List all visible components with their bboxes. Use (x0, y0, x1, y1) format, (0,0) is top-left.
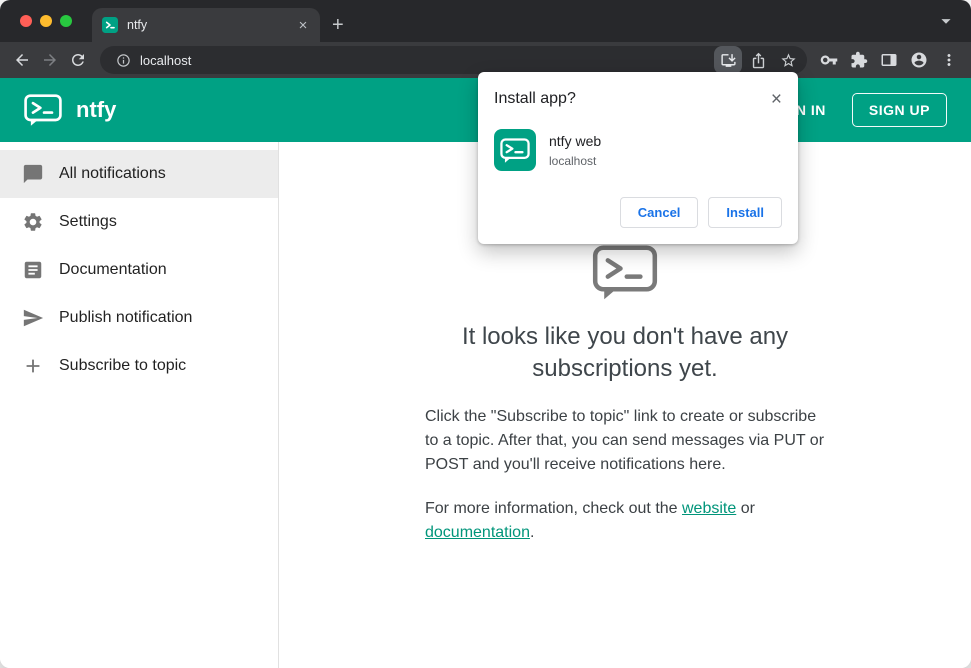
tab-strip: ntfy × + (0, 0, 971, 42)
browser-window: ntfy × + localhost ntfy SIGN IN SIGN UP … (0, 0, 971, 668)
dialog-actions: Cancel Install (494, 197, 782, 228)
share-icon[interactable] (744, 46, 772, 74)
extensions-puzzle-icon[interactable] (845, 46, 873, 74)
links-text-middle: or (736, 499, 755, 517)
tab-close-icon[interactable]: × (294, 16, 312, 34)
zoom-window-button[interactable] (60, 15, 72, 27)
empty-state-paragraph: Click the "Subscribe to topic" link to c… (425, 407, 825, 473)
sidebar-item-label: Subscribe to topic (59, 357, 187, 374)
brand-name: ntfy (76, 97, 117, 122)
sidebar-item-label: Settings (59, 213, 117, 230)
links-text-prefix: For more information, check out the (425, 499, 682, 517)
sidebar-item-subscribe-to-topic[interactable]: Subscribe to topic (0, 342, 278, 390)
tab-title: ntfy (127, 18, 148, 32)
plus-icon (22, 355, 44, 377)
empty-state: It looks like you don't have any subscri… (425, 245, 825, 564)
sidebar-item-label: All notifications (59, 165, 166, 182)
book-icon (22, 259, 44, 281)
dialog-body: ntfy web localhost (494, 129, 782, 171)
toolbar-actions (815, 46, 963, 74)
site-info-icon[interactable] (110, 47, 136, 73)
app-name: ntfy web (549, 132, 602, 149)
ntfy-favicon-icon (102, 17, 118, 33)
gear-icon (22, 211, 44, 233)
sidebar-item-all-notifications[interactable]: All notifications (0, 150, 278, 198)
empty-state-heading: It looks like you don't have any subscri… (461, 323, 789, 382)
new-tab-button[interactable]: + (320, 8, 356, 42)
empty-state-links-paragraph: For more information, check out the webs… (425, 497, 825, 545)
send-icon (22, 307, 44, 329)
omnibox-actions (714, 46, 802, 74)
documentation-link[interactable]: documentation (425, 524, 530, 541)
back-icon[interactable] (8, 46, 36, 74)
sidebar-item-label: Publish notification (59, 309, 193, 326)
dialog-header: Install app? × (494, 90, 782, 109)
brand: ntfy (24, 93, 117, 127)
password-manager-key-icon[interactable] (815, 46, 843, 74)
side-panel-icon[interactable] (875, 46, 903, 74)
reload-icon[interactable] (64, 46, 92, 74)
app-meta: ntfy web localhost (549, 133, 601, 168)
sidebar-item-publish-notification[interactable]: Publish notification (0, 294, 278, 342)
install-button[interactable]: Install (708, 197, 782, 228)
browser-tab[interactable]: ntfy × (92, 8, 320, 42)
chat-icon (22, 163, 44, 185)
install-app-dialog: Install app? × ntfy web localhost Cancel… (478, 72, 798, 244)
sidebar: All notifications Settings Documentation… (0, 142, 279, 668)
sidebar-item-documentation[interactable]: Documentation (0, 246, 278, 294)
bookmark-star-icon[interactable] (774, 46, 802, 74)
url-text: localhost (140, 52, 192, 68)
ntfy-terminal-icon (425, 245, 825, 301)
links-text-suffix: . (529, 523, 535, 541)
cancel-button[interactable]: Cancel (619, 197, 699, 228)
forward-icon[interactable] (36, 46, 64, 74)
window-controls (20, 15, 72, 27)
ntfy-app-icon (494, 129, 536, 171)
website-link[interactable]: website (682, 500, 736, 517)
install-app-icon[interactable] (714, 46, 742, 74)
ntfy-logo-icon (24, 93, 62, 127)
close-window-button[interactable] (20, 15, 32, 27)
minimize-window-button[interactable] (40, 15, 52, 27)
sidebar-item-settings[interactable]: Settings (0, 198, 278, 246)
dialog-title: Install app? (494, 90, 576, 107)
sidebar-item-label: Documentation (59, 261, 167, 278)
close-icon[interactable]: × (771, 90, 782, 109)
sign-up-button[interactable]: SIGN UP (851, 93, 947, 127)
browser-menu-dots-icon[interactable] (935, 46, 963, 74)
address-bar[interactable]: localhost (100, 46, 807, 74)
tab-search-chevron-icon[interactable] (935, 10, 957, 32)
app-origin: localhost (549, 153, 597, 168)
profile-avatar-icon[interactable] (905, 46, 933, 74)
